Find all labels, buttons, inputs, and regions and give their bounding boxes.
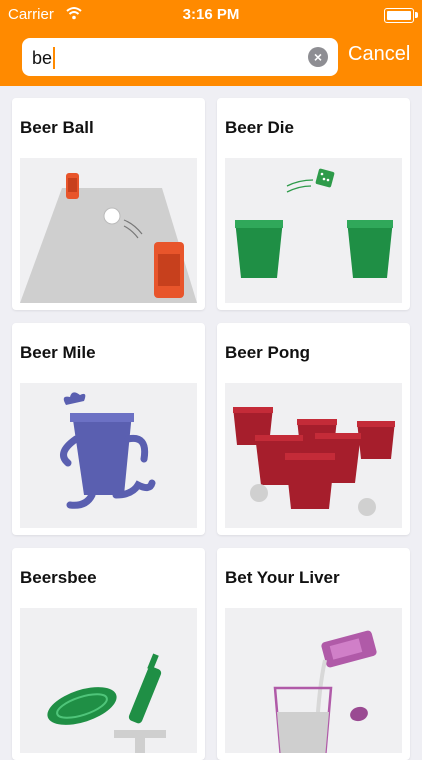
bet-your-liver-illustration [225, 608, 402, 753]
search-query: be [32, 47, 53, 68]
game-card-beer-pong[interactable]: Beer Pong [217, 323, 410, 535]
search-input[interactable]: be × [22, 38, 338, 76]
battery-icon [384, 8, 418, 23]
cancel-button[interactable]: Cancel [348, 43, 410, 66]
game-card-beersbee[interactable]: Beersbee [12, 548, 205, 760]
game-title: Beer Die [225, 118, 294, 137]
game-card-beer-die[interactable]: Beer Die [217, 98, 410, 310]
beer-ball-illustration [20, 158, 197, 303]
beer-pong-illustration [225, 383, 402, 528]
game-card-bet-your-liver[interactable]: Bet Your Liver [217, 548, 410, 760]
clear-search-icon[interactable]: × [308, 47, 328, 67]
game-title: Bet Your Liver [225, 568, 340, 587]
game-title: Beer Mile [20, 343, 96, 362]
game-card-beer-mile[interactable]: Beer Mile [12, 323, 205, 535]
game-title: Beer Ball [20, 118, 94, 137]
beersbee-illustration [20, 608, 197, 753]
game-card-beer-ball[interactable]: Beer Ball [12, 98, 205, 310]
search-header: Carrier 3:16 PM be × Cancel [0, 0, 422, 86]
status-bar: Carrier 3:16 PM [0, 0, 422, 30]
status-time: 3:16 PM [182, 6, 240, 23]
beer-mile-illustration [20, 383, 197, 528]
game-title: Beersbee [20, 568, 97, 587]
game-title: Beer Pong [225, 343, 311, 362]
beer-die-illustration [225, 158, 402, 303]
